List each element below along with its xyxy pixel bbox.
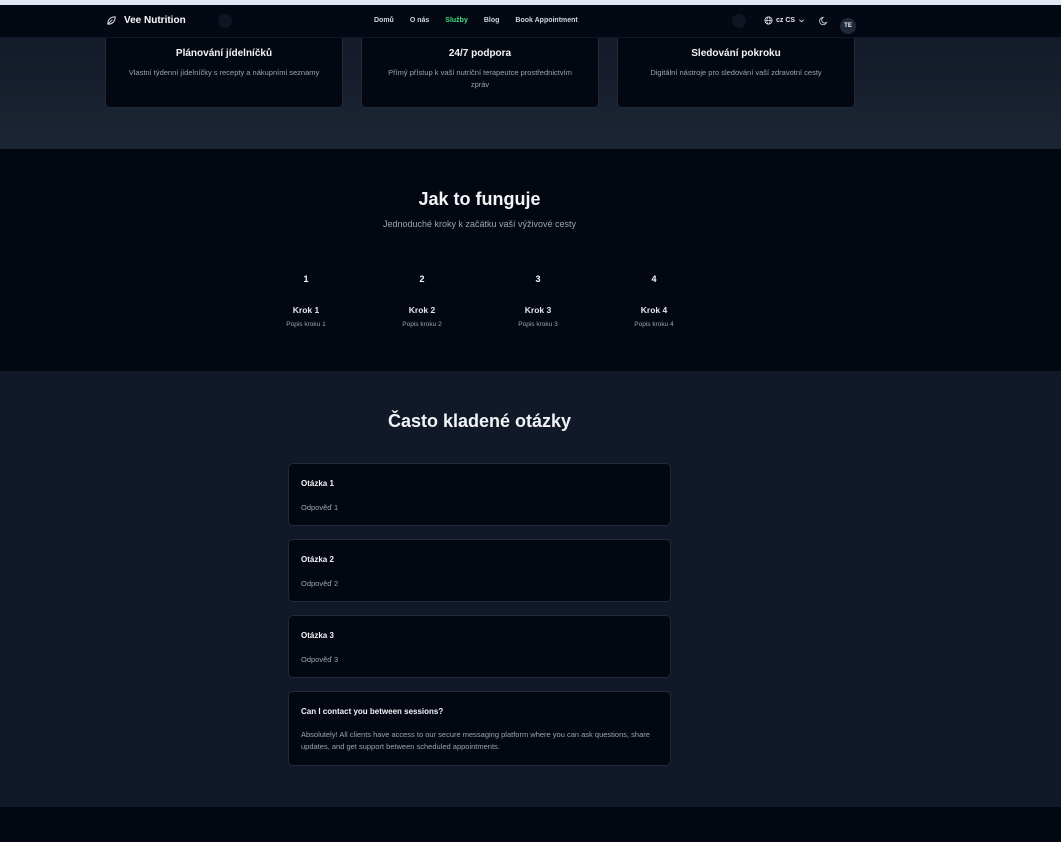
language-switcher[interactable]: cz CS [764,16,805,25]
faq-section: Často kladené otázky Otázka 1 Odpověď 1 … [0,371,1061,807]
feature-icon-ghost [218,14,232,28]
feature-card-progress: Sledování pokroku Digitální nástroje pro… [617,34,855,108]
footer-band [0,807,1061,842]
step-title: Krok 4 [640,305,668,315]
nav-link-book-appointment[interactable]: Book Appointment [515,17,577,24]
step-number: 2 [419,274,425,284]
how-it-works-section: Jak to funguje Jednoduché kroky k začátk… [0,149,1061,371]
feature-title: 24/7 podpora [448,48,512,59]
faq-answer: Absolutely! All clients have access to o… [301,730,650,751]
step-description: Popis kroku 1 [286,321,326,328]
faq-question: Otázka 1 [301,479,334,488]
feature-card-meal-planning: Plánování jídelníčků Vlastní týdenní jíd… [105,34,343,108]
top-navigation: Vee Nutrition Domů O nás Služby Blog Boo… [0,5,1061,38]
step-description: Popis kroku 3 [518,321,558,328]
globe-icon [764,16,773,25]
step-item: 4 Krok 4 Popis kroku 4 [604,274,704,328]
faq-item[interactable]: Otázka 1 Odpověď 1 [288,463,671,526]
faq-item[interactable]: Otázka 3 Odpověď 3 [288,615,671,678]
step-number: 3 [535,274,541,284]
brand-name: Vee Nutrition [124,15,186,26]
step-title: Krok 2 [408,305,436,315]
feature-title: Plánování jídelníčků [175,48,273,59]
faq-answer: Odpověď 2 [301,579,339,588]
faq-answer: Odpověď 1 [301,503,339,512]
nav-link-about[interactable]: O nás [410,17,429,24]
faq-item[interactable]: Otázka 2 Odpověď 2 [288,539,671,602]
brand-logo-link[interactable]: Vee Nutrition [106,15,186,26]
faq-question: Otázka 2 [301,555,334,564]
nav-link-blog[interactable]: Blog [484,17,500,24]
language-label: cz CS [776,17,796,24]
step-number: 4 [651,274,657,284]
feature-card-support: 24/7 podpora Přímý přístup k vaší nutrič… [361,34,599,108]
nav-link-services[interactable]: Služby [445,17,468,24]
step-description: Popis kroku 2 [402,321,442,328]
step-title: Krok 3 [524,305,552,315]
section-title: Jak to funguje [418,189,541,209]
user-avatar[interactable]: TE [840,18,856,34]
step-item: 2 Krok 2 Popis kroku 2 [372,274,472,328]
main-menu: Domů O nás Služby Blog Book Appointment [374,17,594,24]
step-item: 1 Krok 1 Popis kroku 1 [256,274,356,328]
chevron-down-icon [799,19,805,23]
step-title: Krok 1 [292,305,320,315]
section-title: Často kladené otázky [387,411,572,431]
feature-description: Digitální nástroje pro sledování vaší zd… [650,68,822,77]
faq-answer: Odpověď 3 [301,655,339,664]
section-subtitle: Jednoduché kroky k začátku vaší výživové… [382,219,577,229]
leaf-icon [107,16,116,25]
feature-icon-ghost [732,14,746,28]
step-item: 3 Krok 3 Popis kroku 3 [488,274,588,328]
faq-question: Can I contact you between sessions? [301,707,444,716]
feature-title: Sledování pokroku [691,48,781,59]
step-number: 1 [303,274,309,284]
nav-link-home[interactable]: Domů [374,17,394,24]
feature-description: Přímý přístup k vaší nutriční terapeutce… [388,68,572,89]
step-description: Popis kroku 4 [634,321,674,328]
moon-icon[interactable] [819,16,829,26]
faq-question: Otázka 3 [301,631,334,640]
feature-description: Vlastní týdenní jídelníčky s recepty a n… [128,68,320,77]
faq-item[interactable]: Can I contact you between sessions? Abso… [288,691,671,766]
